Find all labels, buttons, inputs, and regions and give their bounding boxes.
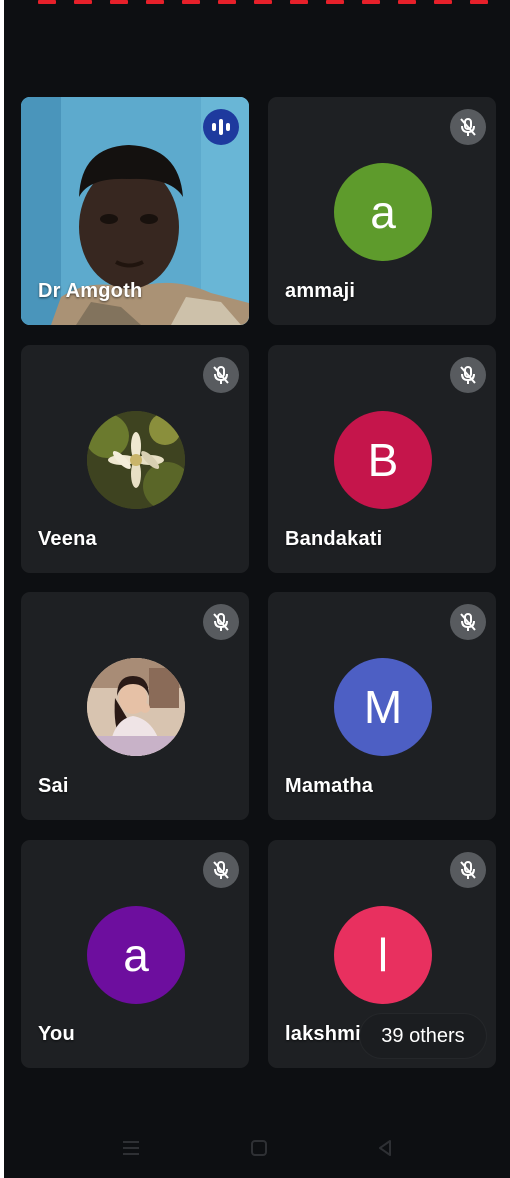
home-icon[interactable]	[246, 1135, 272, 1161]
mic-off-icon	[203, 604, 239, 640]
participant-tile-you[interactable]: a You	[21, 840, 249, 1068]
avatar: l	[334, 906, 432, 1004]
avatar-initial: M	[363, 681, 403, 733]
others-count-button[interactable]: 39 others	[360, 1014, 486, 1058]
participant-name: Sai	[38, 775, 69, 797]
participant-tile-bandakati[interactable]: B Bandakati	[268, 345, 496, 573]
participant-tile-ammaji[interactable]: a ammaji	[268, 97, 496, 325]
avatar-initial: l	[377, 929, 389, 981]
audio-level-icon	[203, 109, 239, 145]
recent-apps-icon[interactable]	[118, 1135, 144, 1161]
back-icon[interactable]	[372, 1135, 398, 1161]
mic-off-icon	[203, 357, 239, 393]
participant-name: lakshmi	[285, 1023, 361, 1045]
avatar: a	[334, 163, 432, 261]
avatar-initial: B	[367, 434, 399, 486]
participant-tile-mamatha[interactable]: M Mamatha	[268, 592, 496, 820]
avatar: a	[87, 906, 185, 1004]
mic-off-icon	[450, 604, 486, 640]
participant-tile-dr-amgoth[interactable]: Dr Amgoth	[21, 97, 249, 325]
participant-name: Mamatha	[285, 775, 374, 797]
avatar-photo	[87, 658, 185, 756]
avatar-initial: a	[370, 186, 396, 238]
meeting-screen: Dr Amgoth a ammaji Veena B Bandakati Sai…	[4, 0, 510, 1178]
participant-name: Bandakati	[285, 528, 383, 550]
avatar-photo	[87, 411, 185, 509]
participant-name: You	[38, 1023, 75, 1045]
participant-name: ammaji	[285, 280, 356, 302]
participant-tile-veena[interactable]: Veena	[21, 345, 249, 573]
others-count-label: 39 others	[381, 1024, 465, 1047]
mic-off-icon	[450, 109, 486, 145]
avatar: M	[334, 658, 432, 756]
status-bar-strip	[4, 0, 510, 10]
mic-off-icon	[203, 852, 239, 888]
participant-tile-sai[interactable]: Sai	[21, 592, 249, 820]
avatar: B	[334, 411, 432, 509]
participant-tile-lakshmi[interactable]: l lakshmi 39 others	[268, 840, 496, 1068]
system-navigation-bar	[4, 1118, 510, 1178]
participant-name: Dr Amgoth	[38, 280, 143, 302]
mic-off-icon	[450, 357, 486, 393]
mic-off-icon	[450, 852, 486, 888]
participant-name: Veena	[38, 528, 97, 550]
avatar-initial: a	[123, 929, 149, 981]
